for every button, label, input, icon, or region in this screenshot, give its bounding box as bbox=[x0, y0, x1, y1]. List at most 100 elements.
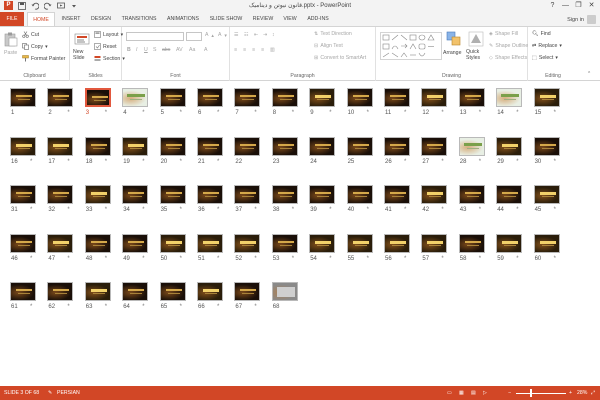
slide-thumbnail[interactable] bbox=[346, 88, 374, 108]
collapse-ribbon-icon[interactable]: ⌃ bbox=[587, 71, 591, 77]
slide-thumbnail[interactable] bbox=[496, 233, 524, 254]
slide-thumbnail[interactable] bbox=[496, 136, 524, 157]
slide-thumbnail[interactable] bbox=[271, 185, 299, 205]
slide-thumbnail[interactable] bbox=[197, 282, 224, 302]
slide-transition-icon[interactable]: * bbox=[217, 110, 219, 116]
slide-thumbnail[interactable] bbox=[159, 88, 187, 108]
slide-transition-icon[interactable]: * bbox=[180, 110, 182, 116]
tab-file[interactable]: FILE bbox=[0, 12, 24, 26]
slide-transition-icon[interactable]: * bbox=[441, 207, 443, 213]
slide-thumbnail[interactable] bbox=[496, 185, 524, 205]
slide-transition-icon[interactable]: * bbox=[142, 207, 144, 213]
slide-thumbnail[interactable] bbox=[47, 185, 75, 205]
slide-thumbnail[interactable] bbox=[384, 136, 411, 157]
zoom-in-icon[interactable]: + bbox=[569, 390, 572, 396]
slide-transition-icon[interactable]: * bbox=[67, 110, 69, 116]
slide-transition-icon[interactable]: * bbox=[254, 304, 256, 310]
decrease-font-size-icon[interactable]: A ▼ bbox=[218, 32, 228, 38]
slide-transition-icon[interactable]: * bbox=[142, 159, 144, 165]
slide-thumbnail[interactable] bbox=[309, 88, 337, 108]
slide-transition-icon[interactable]: * bbox=[142, 256, 144, 262]
slide-transition-icon[interactable]: * bbox=[105, 110, 107, 116]
slide-thumbnail[interactable] bbox=[122, 185, 150, 205]
fit-slide-icon[interactable]: ⤢ bbox=[591, 390, 595, 397]
bullets-icon[interactable]: ☰ bbox=[234, 32, 239, 38]
slide-transition-icon[interactable]: * bbox=[441, 159, 443, 165]
slide-thumbnail[interactable] bbox=[234, 282, 262, 302]
slide-thumbnail[interactable] bbox=[234, 233, 262, 254]
slide-transition-icon[interactable]: * bbox=[367, 110, 369, 116]
underline-icon[interactable]: U bbox=[144, 47, 148, 53]
slide-thumbnail[interactable] bbox=[159, 185, 187, 205]
slide-thumbnail[interactable] bbox=[458, 185, 486, 205]
slide-thumbnail[interactable] bbox=[271, 88, 299, 108]
slide-thumbnail[interactable] bbox=[10, 88, 37, 108]
slide-transition-icon[interactable]: * bbox=[67, 256, 69, 262]
slide-transition-icon[interactable]: * bbox=[142, 110, 144, 116]
reading-view-icon[interactable]: ▤ bbox=[471, 390, 476, 396]
slide-thumbnail[interactable] bbox=[10, 185, 37, 205]
align-text-button[interactable]: ⊟ Align Text bbox=[314, 43, 343, 49]
restore-button[interactable]: ❐ bbox=[572, 0, 585, 12]
line-spacing-icon[interactable]: ↕ bbox=[272, 32, 275, 38]
sign-in[interactable]: Sign in bbox=[567, 15, 596, 24]
slide-thumbnail[interactable] bbox=[10, 233, 37, 254]
replace-button[interactable]: ⇄ Replace ▾ bbox=[532, 43, 562, 49]
bold-icon[interactable]: B bbox=[127, 47, 131, 53]
paste-icon[interactable] bbox=[3, 31, 19, 47]
slide-transition-icon[interactable]: * bbox=[516, 159, 518, 165]
new-slide-button[interactable]: New Slide bbox=[73, 49, 91, 61]
slide-thumbnail[interactable] bbox=[384, 185, 411, 205]
increase-font-size-icon[interactable]: A ▲ bbox=[205, 32, 215, 38]
slide-thumbnail[interactable] bbox=[309, 185, 337, 205]
layout-button[interactable]: Layout ▾ bbox=[94, 31, 123, 38]
slide-thumbnail[interactable] bbox=[309, 233, 337, 254]
slide-transition-icon[interactable]: * bbox=[441, 110, 443, 116]
tab-view[interactable]: VIEW bbox=[279, 12, 301, 26]
tab-add-ins[interactable]: ADD-INS bbox=[304, 12, 332, 26]
arrange-button[interactable]: Arrange bbox=[443, 50, 461, 56]
slide-thumbnail[interactable] bbox=[84, 233, 112, 254]
slide-thumbnail[interactable] bbox=[421, 88, 449, 108]
tab-animations[interactable]: ANIMATIONS bbox=[163, 12, 203, 26]
spelling-icon[interactable]: ✎ bbox=[48, 390, 52, 396]
slide-thumbnail[interactable] bbox=[458, 136, 486, 157]
cut-button[interactable]: Cut bbox=[22, 31, 39, 38]
slide-thumbnail[interactable] bbox=[197, 233, 224, 254]
select-button[interactable]: ⬚ Select ▾ bbox=[532, 55, 558, 61]
quick-styles-button[interactable]: Quick Styles bbox=[466, 49, 486, 61]
slide-transition-icon[interactable]: * bbox=[329, 110, 331, 116]
slide-transition-icon[interactable]: * bbox=[292, 110, 294, 116]
slide-thumbnail[interactable] bbox=[159, 233, 187, 254]
slide-transition-icon[interactable]: * bbox=[105, 207, 107, 213]
shape-outline-button[interactable]: ✎ Shape Outline bbox=[489, 43, 528, 49]
slide-thumbnail[interactable] bbox=[533, 233, 561, 254]
slide-thumbnail[interactable] bbox=[271, 233, 299, 254]
font-size-dropdown[interactable] bbox=[186, 32, 202, 41]
slide-thumbnail[interactable] bbox=[84, 88, 113, 109]
slide-show-view-icon[interactable]: ▷ bbox=[483, 390, 487, 396]
slide-thumbnail[interactable] bbox=[234, 185, 262, 205]
change-case-icon[interactable]: Aa bbox=[189, 47, 195, 53]
slide-transition-icon[interactable]: * bbox=[404, 110, 406, 116]
section-button[interactable]: Section ▾ bbox=[94, 55, 125, 62]
language-indicator[interactable]: PERSIAN bbox=[57, 390, 80, 396]
slide-thumbnail[interactable] bbox=[309, 136, 337, 157]
slide-thumbnail[interactable] bbox=[10, 136, 37, 157]
slide-transition-icon[interactable]: * bbox=[441, 256, 443, 262]
slide-transition-icon[interactable]: * bbox=[30, 304, 32, 310]
slide-transition-icon[interactable]: * bbox=[67, 159, 69, 165]
columns-icon[interactable]: ▥ bbox=[270, 47, 275, 53]
slide-thumbnail[interactable] bbox=[84, 282, 112, 302]
slide-transition-icon[interactable]: * bbox=[516, 110, 518, 116]
slide-transition-icon[interactable]: * bbox=[105, 304, 107, 310]
decrease-indent-icon[interactable]: ⇤ bbox=[254, 32, 258, 38]
slide-transition-icon[interactable]: * bbox=[217, 159, 219, 165]
slide-thumbnail[interactable] bbox=[346, 136, 374, 157]
slide-transition-icon[interactable]: * bbox=[554, 256, 556, 262]
tab-home[interactable]: HOME bbox=[27, 12, 55, 27]
slide-transition-icon[interactable]: * bbox=[367, 207, 369, 213]
shape-effects-button[interactable]: ◇ Shape Effects bbox=[489, 55, 527, 61]
slide-transition-icon[interactable]: * bbox=[329, 256, 331, 262]
find-button[interactable]: 🔍︎ Find bbox=[532, 31, 551, 37]
